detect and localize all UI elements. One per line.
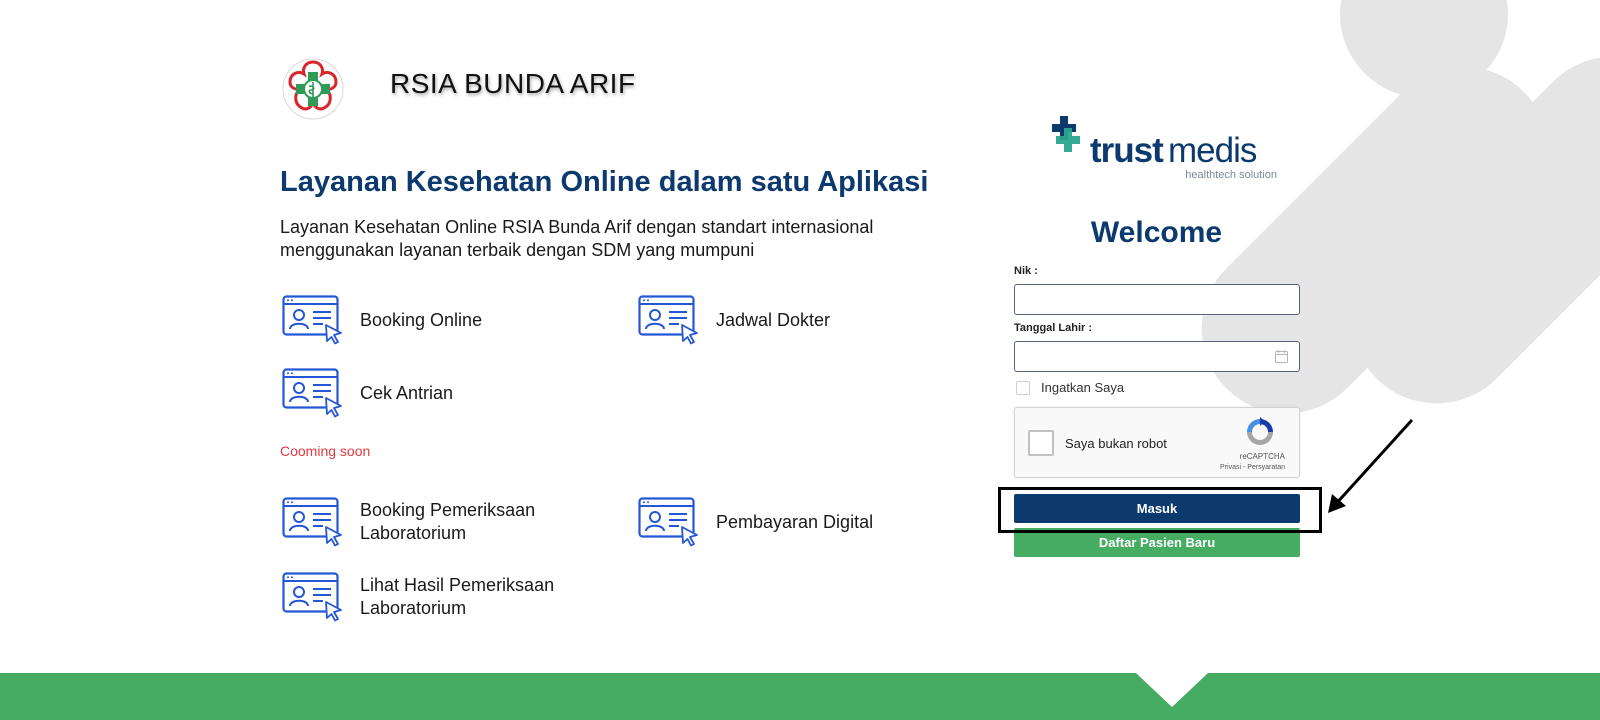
recaptcha-brand: reCAPTCHA [1239, 452, 1285, 461]
login-page: RSIA BUNDA ARIF Layanan Kesehatan Online… [0, 0, 1600, 720]
nik-label: Nik : [1014, 265, 1038, 277]
recaptcha-widget: Saya bukan robot reCAPTCHA Privasi - Per… [1014, 407, 1300, 478]
web-user-click-icon [282, 497, 342, 547]
coming-soon-label: Cooming soon [280, 443, 371, 459]
web-user-click-icon [282, 572, 342, 622]
service-hasil-laboratorium[interactable]: Lihat Hasil Pemeriksaan Laboratorium [282, 572, 590, 622]
service-label: Lihat Hasil Pemeriksaan Laboratorium [360, 575, 555, 618]
page-description: Layanan Kesehatan Online RSIA Bunda Arif… [280, 217, 874, 260]
recaptcha-label: Saya bukan robot [1065, 436, 1167, 451]
brand-name-bold: trust [1090, 131, 1164, 170]
recaptcha-checkbox[interactable] [1028, 430, 1054, 456]
calendar-icon[interactable] [1275, 350, 1288, 363]
service-booking-laboratorium[interactable]: Booking Pemeriksaan Laboratorium [282, 497, 570, 547]
remember-label: Ingatkan Saya [1041, 380, 1125, 395]
service-label: Booking Pemeriksaan Laboratorium [360, 500, 536, 543]
service-label: Jadwal Dokter [716, 309, 831, 330]
hospital-name: RSIA BUNDA ARIF [390, 68, 636, 99]
footer-notch [1136, 673, 1208, 707]
annotation-arrow-icon [1328, 418, 1414, 513]
nik-input[interactable] [1014, 284, 1300, 315]
trustmedis-logo: trust medis healthtech solution [1052, 116, 1277, 181]
footer-band [0, 673, 1600, 720]
dob-field [1014, 341, 1300, 372]
brand-tagline: healthtech solution [1185, 169, 1277, 181]
service-label: Pembayaran Digital [716, 511, 874, 532]
remember-checkbox[interactable] [1016, 380, 1030, 395]
brand-name-light: medis [1168, 131, 1257, 170]
remember-me[interactable]: Ingatkan Saya [1016, 380, 1124, 395]
web-user-click-icon [638, 295, 698, 345]
service-cek-antrian[interactable]: Cek Antrian [282, 368, 453, 418]
service-label: Cek Antrian [360, 382, 454, 403]
service-pembayaran-digital[interactable]: Pembayaran Digital [638, 497, 873, 547]
welcome-heading: Welcome [1090, 216, 1223, 249]
service-label: Booking Online [360, 309, 483, 330]
hospital-logo-icon [282, 58, 344, 120]
service-jadwal-dokter[interactable]: Jadwal Dokter [638, 295, 830, 345]
service-booking-online[interactable]: Booking Online [282, 295, 482, 345]
recaptcha-icon [1247, 417, 1273, 445]
highlight-box [998, 487, 1322, 533]
page-headline: Layanan Kesehatan Online dalam satu Apli… [280, 166, 929, 198]
recaptcha-links[interactable]: Privasi - Persyaratan [1220, 464, 1285, 471]
dob-label: Tanggal Lahir : [1014, 322, 1093, 334]
dob-input[interactable] [1014, 341, 1300, 372]
web-user-click-icon [638, 497, 698, 547]
web-user-click-icon [282, 295, 342, 345]
web-user-click-icon [282, 368, 342, 418]
